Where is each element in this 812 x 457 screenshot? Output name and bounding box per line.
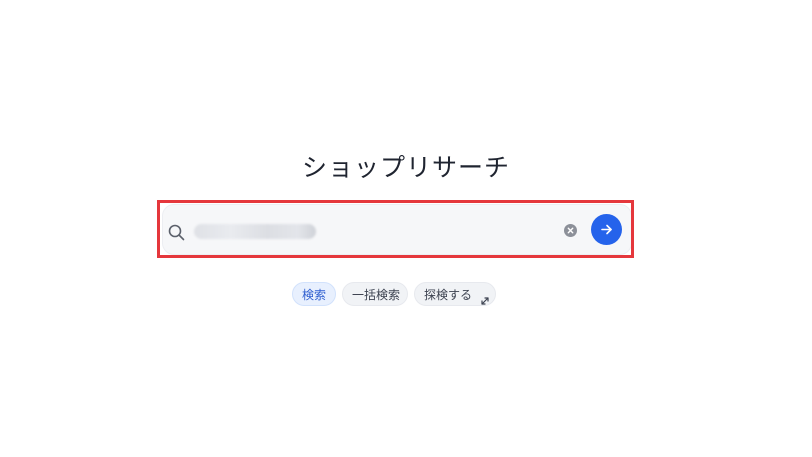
expand-icon bbox=[480, 290, 490, 305]
search-box-highlight-frame bbox=[157, 200, 634, 258]
chip-bulk-search-label: 一括検索 bbox=[352, 288, 401, 302]
chip-search-label: 検索 bbox=[302, 288, 327, 302]
page-title: ショップリサーチ bbox=[301, 153, 510, 182]
chip-bulk-search[interactable]: 一括検索 bbox=[342, 282, 408, 306]
chip-explore-label: 探検する bbox=[424, 288, 473, 302]
chip-explore[interactable]: 探検する bbox=[414, 282, 496, 306]
shop-research-page: ショップリサーチ 検索 一括検索 探検する bbox=[0, 0, 812, 457]
chip-search[interactable]: 検索 bbox=[292, 282, 336, 306]
